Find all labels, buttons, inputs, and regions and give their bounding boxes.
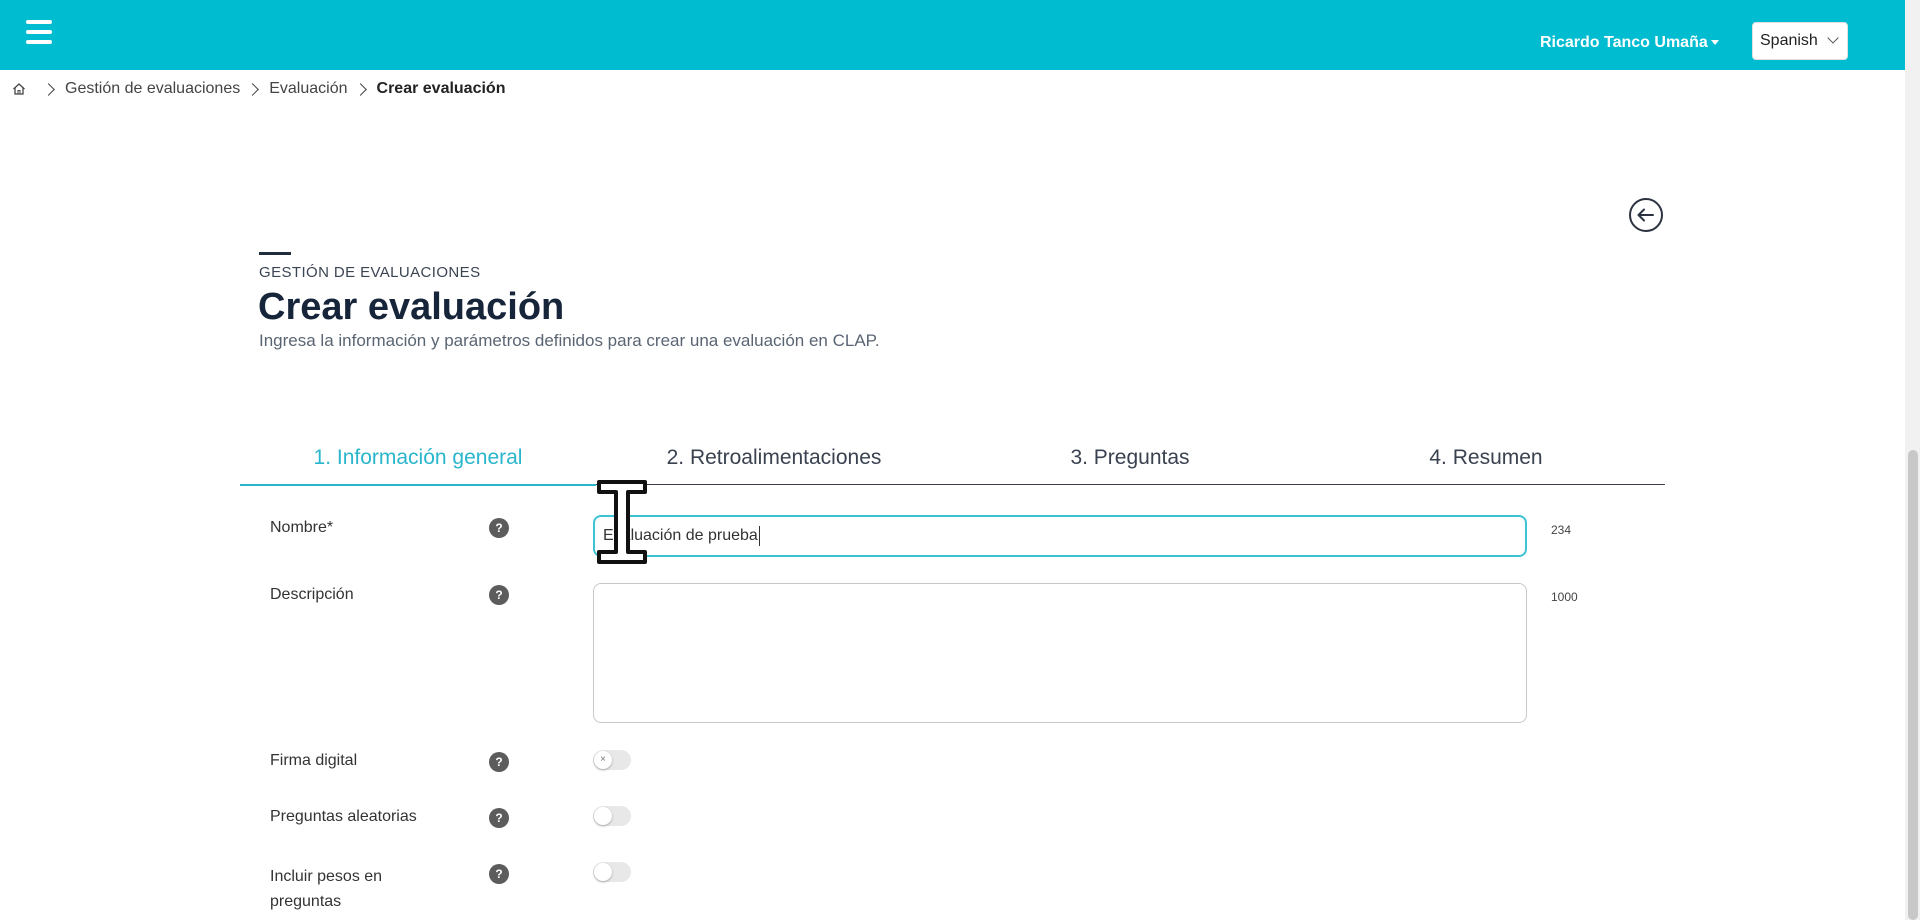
help-icon[interactable]: ?: [489, 808, 509, 828]
descripcion-textarea[interactable]: [593, 583, 1527, 723]
text-caret: [758, 526, 760, 546]
toggle-knob: [594, 863, 612, 881]
chevron-down-icon: [1827, 32, 1839, 44]
tab-label: 3. Preguntas: [1070, 446, 1190, 469]
page-subtitle: Ingresa la información y parámetros defi…: [259, 331, 880, 350]
help-icon[interactable]: ?: [489, 518, 509, 538]
arrow-left-icon: [1637, 208, 1654, 222]
breadcrumb-item-gestion[interactable]: Gestión de evaluaciones: [65, 80, 240, 98]
chevron-right-icon: [353, 82, 367, 96]
caret-down-icon: [1710, 40, 1719, 46]
descripcion-char-counter: 1000: [1551, 590, 1578, 604]
language-value: Spanish: [1760, 32, 1818, 49]
breadcrumb-item-evaluacion[interactable]: Evaluación: [269, 80, 347, 98]
tab-retroalimentaciones[interactable]: 2. Retroalimentaciones: [596, 446, 952, 470]
language-select[interactable]: Spanish: [1752, 22, 1848, 60]
page: Ricardo Tanco Umaña Spanish Gestión de e…: [0, 0, 1920, 920]
tab-label: 2. Retroalimentaciones: [666, 446, 882, 469]
help-icon[interactable]: ?: [489, 585, 509, 605]
user-menu[interactable]: Ricardo Tanco Umaña: [1540, 34, 1719, 52]
preguntas-aleatorias-toggle[interactable]: [593, 806, 631, 826]
home-icon[interactable]: [12, 82, 26, 96]
menu-icon[interactable]: [26, 20, 52, 44]
active-tab-indicator: [240, 483, 596, 486]
nombre-value: Evaluación de prueba: [603, 527, 758, 545]
page-title: Crear evaluación: [258, 286, 565, 328]
tab-preguntas[interactable]: 3. Preguntas: [952, 446, 1308, 470]
chevron-right-icon: [42, 82, 55, 96]
tab-informacion-general[interactable]: 1. Información general: [240, 446, 596, 470]
descripcion-label: Descripción: [270, 586, 354, 603]
nombre-char-counter: 234: [1551, 523, 1572, 537]
tab-label: 1. Información general: [313, 446, 523, 469]
top-bar: Ricardo Tanco Umaña Spanish: [0, 0, 1905, 70]
firma-digital-toggle[interactable]: ×: [593, 750, 631, 770]
incluir-pesos-toggle[interactable]: [593, 862, 631, 882]
step-tabs: 1. Información general 2. Retroalimentac…: [240, 430, 1665, 486]
tab-label: 4. Resumen: [1429, 446, 1543, 469]
incluir-pesos-label: Incluir pesos en preguntas: [270, 868, 383, 910]
close-icon: ×: [594, 751, 612, 769]
nombre-label: Nombre*: [270, 519, 334, 536]
chevron-right-icon: [246, 82, 260, 96]
breadcrumb: Gestión de evaluaciones Evaluación Crear…: [12, 80, 505, 98]
help-icon[interactable]: ?: [489, 752, 509, 772]
preguntas-aleatorias-label: Preguntas aleatorias: [270, 808, 417, 825]
nombre-input[interactable]: Evaluación de prueba: [593, 515, 1527, 557]
user-name: Ricardo Tanco Umaña: [1540, 34, 1708, 51]
tab-resumen[interactable]: 4. Resumen: [1308, 446, 1664, 470]
firma-digital-label: Firma digital: [270, 752, 358, 769]
scrollbar-thumb[interactable]: [1908, 450, 1918, 920]
header-accent-line: [259, 252, 291, 255]
breadcrumb-current: Crear evaluación: [376, 80, 506, 97]
back-button[interactable]: [1629, 198, 1663, 232]
toggle-knob: [594, 807, 612, 825]
help-icon[interactable]: ?: [489, 864, 509, 884]
section-label: GESTIÓN DE EVALUACIONES: [259, 264, 481, 281]
